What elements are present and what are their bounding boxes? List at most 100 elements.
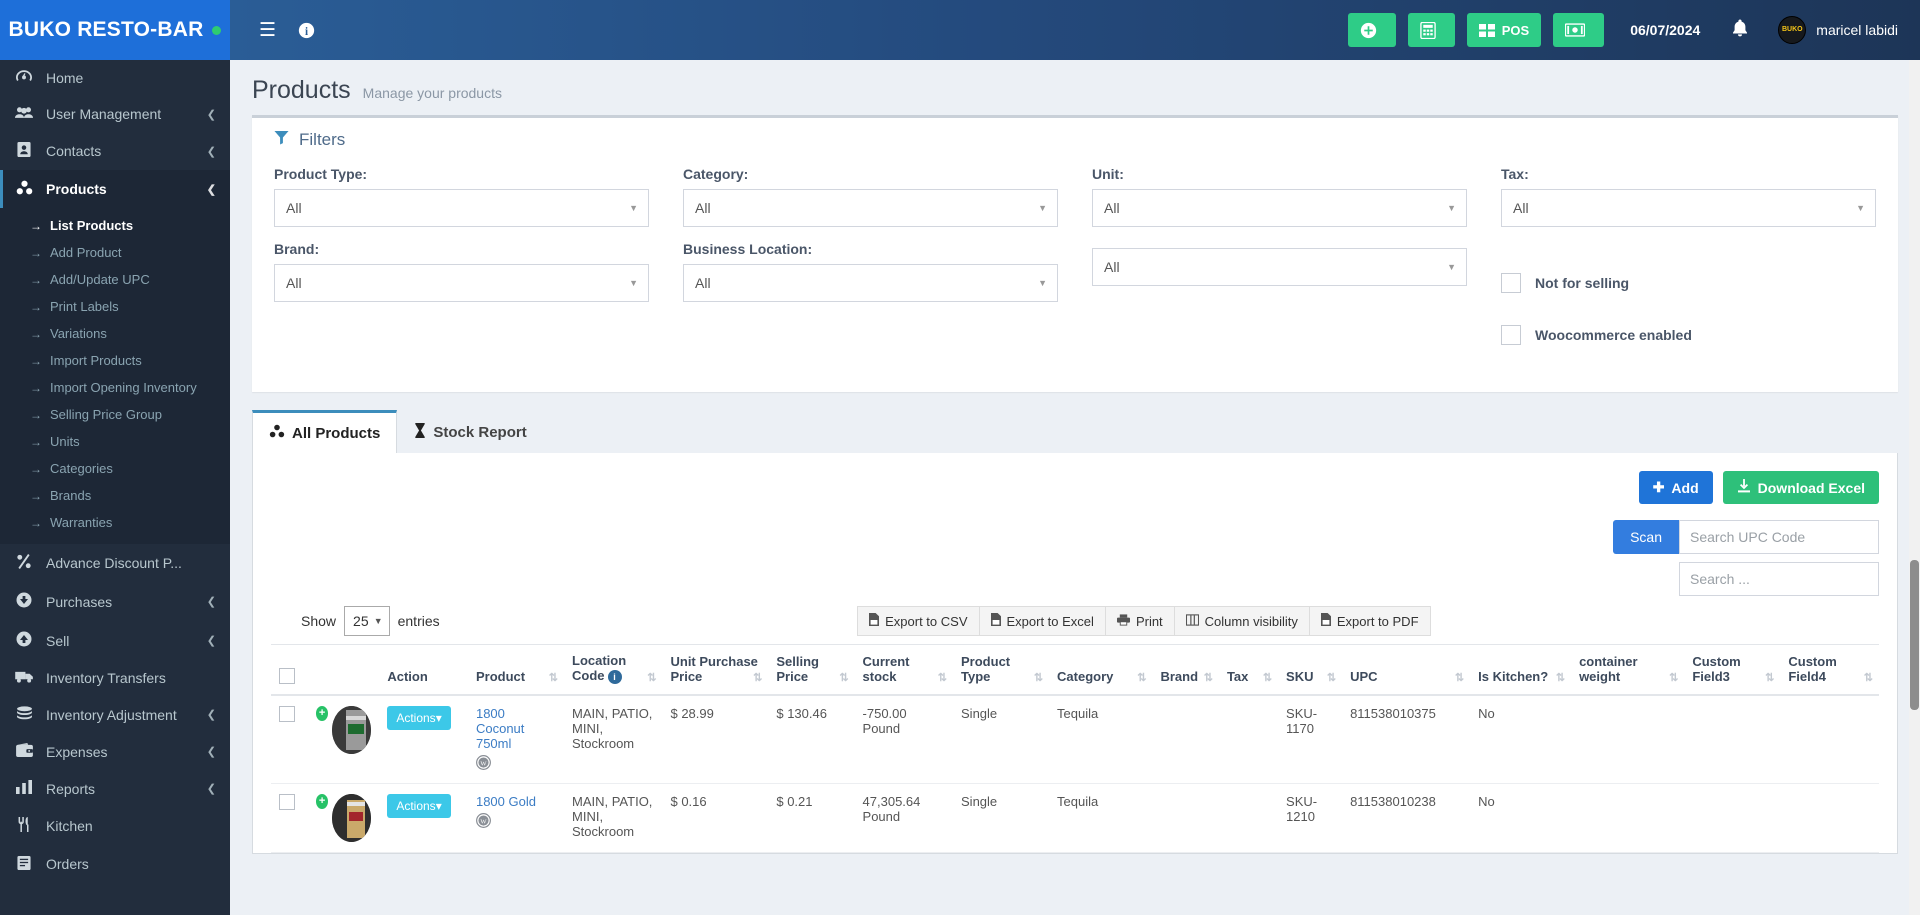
user-menu[interactable]: BUKO maricel labidi	[1778, 16, 1898, 44]
add-button[interactable]: ✚ Add	[1639, 471, 1713, 504]
page-length-select[interactable]: 25 ▼	[344, 606, 390, 636]
row-checkbox[interactable]	[279, 706, 295, 722]
row-actions-button[interactable]: Actions▾	[387, 706, 450, 730]
info-circle-icon[interactable]: i	[287, 22, 326, 39]
th-custom-field4[interactable]: Custom Field4⇅	[1780, 645, 1879, 695]
submenu-item-import-opening-inventory[interactable]: → Import Opening Inventory	[0, 374, 230, 401]
woocommerce-enabled-row[interactable]: Woocommerce enabled	[1501, 316, 1876, 354]
page-header: Products Manage your products	[230, 60, 1920, 115]
print-button[interactable]: Print	[1105, 606, 1175, 636]
expand-row-icon[interactable]: +	[316, 706, 328, 721]
submenu-label: Import Products	[50, 353, 142, 368]
submenu-label: Add Product	[50, 245, 122, 260]
submenu-item-categories[interactable]: → Categories	[0, 455, 230, 482]
hamburger-icon[interactable]: ☰	[248, 21, 287, 40]
sidebar-item-sell[interactable]: Sell ❮	[0, 621, 230, 660]
tab-stock-report[interactable]: Stock Report	[397, 411, 543, 453]
submenu-item-add-update-upc[interactable]: → Add/Update UPC	[0, 266, 230, 293]
bell-icon[interactable]	[1732, 19, 1748, 42]
sidebar-item-reports[interactable]: Reports ❮	[0, 770, 230, 807]
sidebar-item-expenses[interactable]: Expenses ❮	[0, 733, 230, 770]
submenu-item-units[interactable]: → Units	[0, 428, 230, 455]
body-row: Home User Management ❮ Contacts ❮	[0, 60, 1920, 915]
product-type-select[interactable]: All ▼	[274, 189, 649, 227]
brand-logo[interactable]: BUKO RESTO-BAR	[0, 0, 230, 60]
download-excel-label: Download Excel	[1758, 480, 1865, 496]
business-location-select[interactable]: All ▼	[683, 264, 1058, 302]
product-link[interactable]: 1800 Gold	[476, 794, 536, 809]
export-csv-button[interactable]: Export to CSV	[857, 606, 979, 636]
submenu-item-list-products[interactable]: → List Products	[0, 212, 230, 239]
th-location-code[interactable]: Location Codei⇅	[564, 645, 662, 695]
category-select[interactable]: All ▼	[683, 189, 1058, 227]
expand-row-icon[interactable]: +	[316, 794, 328, 809]
th-tax[interactable]: Tax⇅	[1219, 645, 1278, 695]
scan-button[interactable]: Scan	[1613, 520, 1679, 554]
th-product[interactable]: Product⇅	[468, 645, 564, 695]
page-scrollbar-thumb[interactable]	[1910, 560, 1919, 710]
cell-select[interactable]	[271, 695, 308, 784]
woocommerce-enabled-checkbox[interactable]	[1501, 325, 1521, 345]
submenu-item-variations[interactable]: → Variations	[0, 320, 230, 347]
info-icon[interactable]: i	[608, 670, 622, 684]
product-thumbnail[interactable]	[332, 706, 371, 754]
th-unit-purchase-price[interactable]: Unit Purchase Price⇅	[662, 645, 768, 695]
product-thumbnail[interactable]	[332, 794, 371, 842]
th-custom-field3[interactable]: Custom Field3⇅	[1684, 645, 1780, 695]
sidebar-item-label: Home	[46, 70, 83, 86]
tab-all-products[interactable]: All Products	[252, 410, 397, 453]
sidebar-item-products[interactable]: Products ❮	[0, 170, 230, 208]
row-actions-button[interactable]: Actions▾	[387, 794, 450, 818]
th-current-stock[interactable]: Current stock⇅	[855, 645, 953, 695]
page-scrollbar[interactable]	[1909, 60, 1920, 915]
not-for-selling-row[interactable]: Not for selling	[1501, 264, 1876, 302]
cash-register-button[interactable]	[1553, 13, 1604, 47]
submenu-item-warranties[interactable]: → Warranties	[0, 509, 230, 536]
row-checkbox[interactable]	[279, 794, 295, 810]
th-select-all[interactable]	[271, 645, 308, 695]
th-brand[interactable]: Brand⇅	[1152, 645, 1218, 695]
sidebar-item-label: Contacts	[46, 143, 101, 159]
extra-location-select[interactable]: All ▼	[1092, 248, 1467, 286]
th-is-kitchen[interactable]: Is Kitchen?⇅	[1470, 645, 1571, 695]
add-quick-button[interactable]	[1348, 13, 1396, 47]
select-all-checkbox[interactable]	[279, 668, 295, 684]
export-excel-button[interactable]: Export to Excel	[979, 606, 1106, 636]
entries-label: entries	[398, 613, 440, 629]
upc-search-input[interactable]	[1679, 520, 1879, 554]
sidebar-item-contacts[interactable]: Contacts ❮	[0, 132, 230, 170]
product-link[interactable]: 1800 Coconut 750ml	[476, 706, 524, 751]
search-input[interactable]	[1679, 562, 1879, 596]
sidebar-item-inventory-adjustment[interactable]: Inventory Adjustment ❮	[0, 696, 230, 733]
submenu-item-brands[interactable]: → Brands	[0, 482, 230, 509]
th-selling-price[interactable]: Selling Price⇅	[768, 645, 854, 695]
tax-select[interactable]: All ▼	[1501, 189, 1876, 227]
not-for-selling-checkbox[interactable]	[1501, 273, 1521, 293]
submenu-item-print-labels[interactable]: → Print Labels	[0, 293, 230, 320]
th-container-weight[interactable]: container weight⇅	[1571, 645, 1684, 695]
download-excel-button[interactable]: Download Excel	[1723, 471, 1879, 504]
submenu-item-import-products[interactable]: → Import Products	[0, 347, 230, 374]
filter-icon	[274, 130, 289, 150]
sidebar-item-user-management[interactable]: User Management ❮	[0, 96, 230, 132]
cell-select[interactable]	[271, 783, 308, 852]
sidebar-item-advance-discount[interactable]: Advance Discount P...	[0, 544, 230, 582]
sidebar-item-purchases[interactable]: Purchases ❮	[0, 582, 230, 621]
pos-button[interactable]: POS	[1467, 13, 1541, 47]
th-upc[interactable]: UPC⇅	[1342, 645, 1470, 695]
sidebar-item-home[interactable]: Home	[0, 60, 230, 96]
column-visibility-button[interactable]: Column visibility	[1174, 606, 1310, 636]
calculator-button[interactable]	[1408, 13, 1455, 47]
unit-select[interactable]: All ▼	[1092, 189, 1467, 227]
sidebar-item-kitchen[interactable]: Kitchen	[0, 807, 230, 845]
sidebar-item-orders[interactable]: Orders	[0, 845, 230, 883]
submenu-item-selling-price-group[interactable]: → Selling Price Group	[0, 401, 230, 428]
sidebar-item-inventory-transfers[interactable]: Inventory Transfers	[0, 660, 230, 696]
arrow-right-icon: →	[30, 273, 42, 287]
th-category[interactable]: Category⇅	[1049, 645, 1152, 695]
brand-select[interactable]: All ▼	[274, 264, 649, 302]
export-pdf-button[interactable]: Export to PDF	[1309, 606, 1431, 636]
th-sku[interactable]: SKU⇅	[1278, 645, 1342, 695]
submenu-item-add-product[interactable]: → Add Product	[0, 239, 230, 266]
th-product-type[interactable]: Product Type⇅	[953, 645, 1049, 695]
